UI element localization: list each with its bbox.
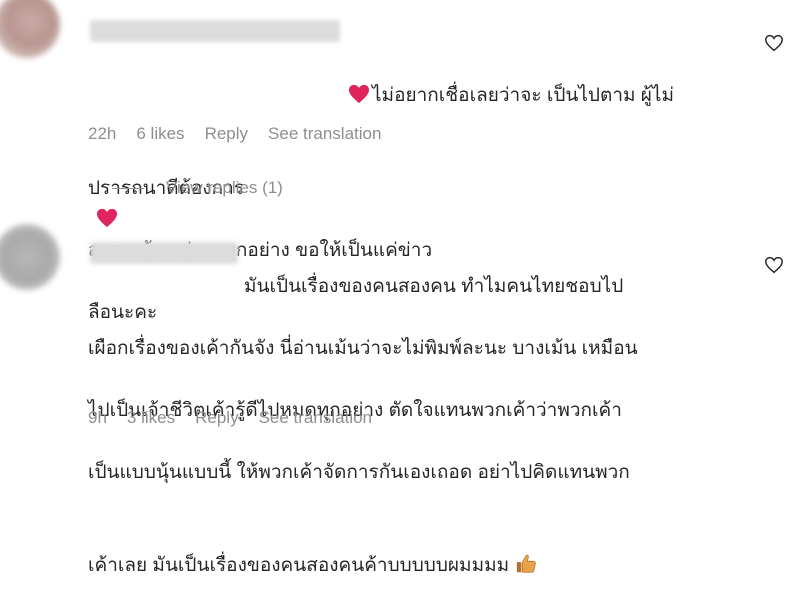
likes-count[interactable]: 6 likes (136, 124, 184, 144)
see-translation-link[interactable]: See translation (268, 124, 381, 144)
comment-text-line: มันเป็นเรื่องของคนสองคน ทำไมคนไทยชอบไป (244, 276, 624, 297)
comment-text-line: ไม่อยากเชื่อเลยว่าจะ เป็นไปตาม ผู้ไม่ (372, 85, 675, 106)
comment-text-line: เป็นแบบนุ้นแบบนี้ ให้พวกเค้าจัดการกันเอง… (88, 462, 630, 483)
reply-button[interactable]: Reply (205, 124, 248, 144)
divider (112, 187, 144, 189)
heart-emoji-icon (349, 84, 369, 104)
thumbs-up-icon (516, 554, 536, 573)
comment-meta: 9h 3 likes Reply See translation (88, 408, 372, 428)
comment-text-line: เค้าเลย มันเป็นเรื่องของคนสองคนค้าบบบบบผ… (88, 555, 510, 576)
view-replies-label: View replies (1) (166, 178, 283, 197)
heart-emoji-icon (97, 208, 117, 228)
view-replies-button[interactable]: View replies (1) (112, 178, 283, 198)
comment-meta: 22h 6 likes Reply See translation (88, 124, 381, 144)
see-translation-link[interactable]: See translation (259, 408, 372, 428)
avatar[interactable] (0, 0, 60, 58)
comment-text-line: เผือกเรื่องของเค้ากันจัง นี่อ่านเม้นว่าจ… (88, 338, 638, 359)
heart-outline-icon[interactable] (764, 34, 784, 52)
avatar[interactable] (0, 224, 60, 290)
timestamp: 22h (88, 124, 117, 143)
timestamp: 9h (88, 408, 107, 427)
heart-outline-icon[interactable] (764, 256, 784, 274)
reply-button[interactable]: Reply (195, 408, 238, 428)
likes-count[interactable]: 3 likes (127, 408, 175, 428)
